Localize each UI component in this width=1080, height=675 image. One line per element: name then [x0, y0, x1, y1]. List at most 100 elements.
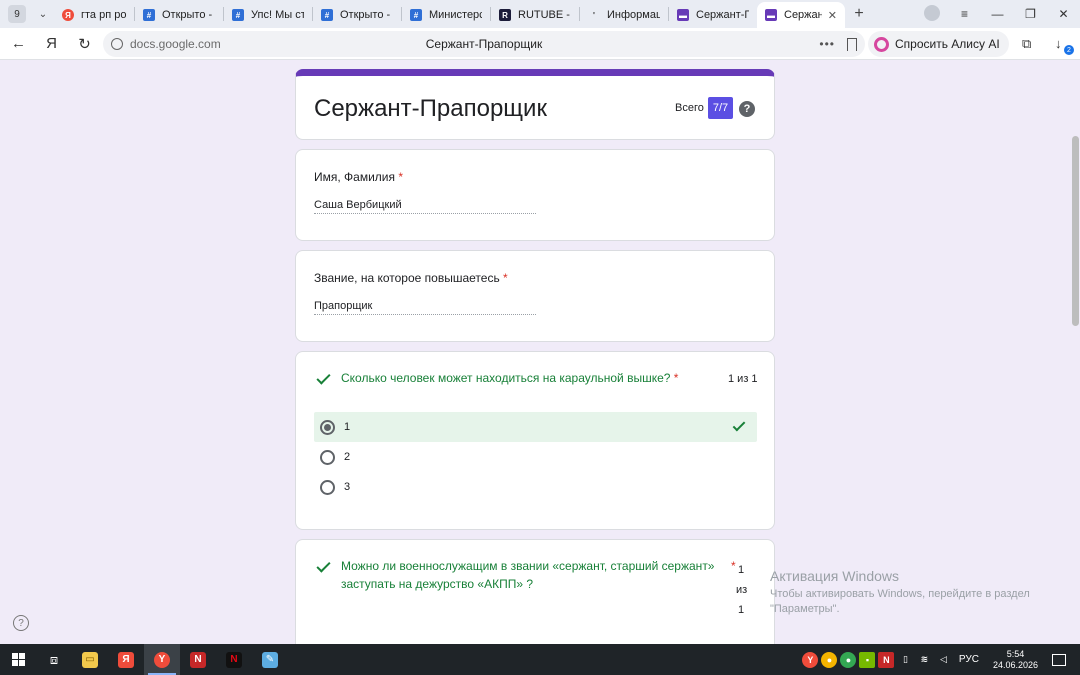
points-label: 1 из 1: [736, 560, 748, 620]
windows-logo-icon: [11, 653, 25, 666]
task-view-icon[interactable]: ⧈: [36, 644, 72, 675]
option-label: 2: [344, 451, 351, 463]
window-controls: ≡ — ❐ ✕: [915, 0, 1080, 28]
score-label: Всего: [675, 102, 704, 114]
radio-icon[interactable]: [320, 449, 335, 465]
site-security-icon[interactable]: [111, 38, 123, 50]
form-title: Сержант-Прапорщик: [314, 95, 547, 122]
points-line: из: [736, 584, 748, 596]
yandex-browser-icon[interactable]: Y: [144, 644, 180, 675]
back-arrow-icon[interactable]: ←: [2, 35, 35, 52]
question-card: Имя, Фамилия * Саша Вербицкий: [295, 149, 775, 241]
browser-tab[interactable]: # Открыто - Р: [135, 3, 223, 27]
grid-favicon-icon: #: [321, 9, 333, 21]
close-tab-icon[interactable]: ✕: [828, 9, 837, 22]
radio-checked-icon[interactable]: [320, 419, 335, 435]
notes-app-icon[interactable]: ✎: [252, 644, 288, 675]
yandex-app-icon[interactable]: Я: [108, 644, 144, 675]
watermark-title: Активация Windows: [770, 568, 900, 584]
close-window-icon[interactable]: ✕: [1047, 7, 1080, 21]
tab-title: Информаци: [607, 9, 660, 21]
required-mark: *: [398, 170, 404, 184]
bookmark-icon[interactable]: [847, 37, 857, 51]
points-label: 1 из 1: [728, 373, 758, 385]
answer-option-selected[interactable]: 1: [314, 412, 757, 442]
points-line: 1: [737, 564, 745, 576]
alice-logo-icon: [874, 36, 889, 52]
scrollbar-thumb[interactable]: [1072, 136, 1079, 326]
ask-alice-label: Спросить Алису AI: [895, 37, 1000, 51]
correct-check-icon: [316, 558, 331, 573]
browser-tab[interactable]: # Министерс: [402, 3, 490, 27]
scrollbar[interactable]: [1070, 61, 1080, 644]
browser-tab[interactable]: ' Информаци: [580, 3, 668, 27]
ask-alice-button[interactable]: Спросить Алису AI: [868, 31, 1009, 57]
game-app-icon[interactable]: N: [180, 644, 216, 675]
required-mark: *: [673, 371, 679, 385]
tab-count-badge[interactable]: 9: [8, 5, 26, 23]
browser-tab[interactable]: # Открыто - Р: [313, 3, 401, 27]
restore-icon[interactable]: ❐: [1014, 7, 1047, 21]
minimize-icon[interactable]: —: [981, 7, 1014, 21]
watermark-subtitle: Чтобы активировать Windows, перейдите в …: [770, 588, 1030, 615]
clock[interactable]: 5:54 24.06.2026: [993, 649, 1038, 671]
netflix-icon[interactable]: N: [216, 644, 252, 675]
yandex-tray-icon[interactable]: Y: [802, 651, 819, 668]
wifi-icon[interactable]: ≋: [916, 652, 932, 668]
grid-favicon-icon: #: [143, 9, 155, 21]
url-text[interactable]: docs.google.com: [130, 37, 221, 51]
tab-title: Открыто - Р: [340, 9, 393, 21]
points-line: 1: [737, 604, 745, 616]
clock-time: 5:54: [1006, 648, 1025, 659]
reload-icon[interactable]: ↻: [68, 35, 101, 53]
tab-title: Упс! Мы сто: [251, 9, 304, 21]
browser-tab-active[interactable]: ▬ Сержант ✕: [757, 2, 845, 28]
volume-icon[interactable]: ◁: [935, 652, 951, 668]
clock-date: 24.06.2026: [992, 659, 1038, 670]
correct-check-icon: [316, 370, 331, 385]
answer-option[interactable]: 3: [314, 472, 757, 502]
option-label: 1: [344, 421, 351, 433]
downloads-icon[interactable]: ↓: [1055, 36, 1062, 51]
answer-option[interactable]: 2: [314, 442, 757, 472]
green-tray-icon[interactable]: ●: [840, 651, 857, 668]
browser-tab[interactable]: # Упс! Мы сто: [224, 3, 312, 27]
profile-icon[interactable]: [915, 4, 948, 24]
omnibox[interactable]: docs.google.com Сержант-Прапорщик •••: [103, 31, 865, 57]
browser-tab[interactable]: R RUTUBE - сл: [491, 3, 579, 27]
start-button[interactable]: [0, 644, 36, 675]
nvidia-tray-icon[interactable]: ▪: [859, 651, 876, 668]
quiz-question-card: Сколько человек может находиться на кара…: [295, 351, 775, 530]
radio-icon[interactable]: [320, 479, 335, 495]
system-tray: Y ● ● ▪ N ▯ ≋ ◁ РУС 5:54 24.06.2026: [801, 644, 1080, 675]
language-indicator[interactable]: РУС: [959, 654, 979, 665]
new-tab-icon[interactable]: +: [849, 4, 869, 24]
tab-title: RUTUBE - сл: [518, 9, 571, 21]
tab-title: Сержант: [784, 9, 822, 21]
windows-activation-watermark: Активация Windows Чтобы активировать Win…: [770, 568, 1050, 617]
menu-icon[interactable]: ≡: [948, 7, 981, 21]
grid-favicon-icon: #: [410, 9, 422, 21]
grid-favicon-icon: #: [232, 9, 244, 21]
question-text: Имя, Фамилия: [314, 170, 395, 184]
tab-list-chevron-icon[interactable]: ⌄: [32, 9, 54, 20]
more-dots-icon[interactable]: •••: [819, 37, 835, 51]
app-tray-icon[interactable]: ●: [821, 651, 838, 668]
tab-title: гта рп росси: [81, 9, 126, 21]
file-explorer-icon[interactable]: ▭: [72, 644, 108, 675]
answer-text: Саша Вербицкий: [314, 199, 536, 214]
required-mark: *: [731, 559, 736, 573]
yandex-home-icon[interactable]: Я: [35, 35, 68, 52]
notifications-icon[interactable]: [1052, 653, 1066, 666]
browser-tab[interactable]: ▬ Сержант-Пр: [669, 3, 757, 27]
battery-icon[interactable]: ▯: [897, 652, 913, 668]
question-title: Можно ли военнослужащим в звании «сержан…: [341, 559, 715, 591]
page-help-icon[interactable]: ?: [13, 615, 29, 631]
form-header-card: Сержант-Прапорщик Всего 7/7 ?: [295, 69, 775, 140]
forms-favicon-icon: ▬: [677, 9, 689, 21]
help-icon[interactable]: ?: [739, 101, 755, 117]
rutube-favicon-icon: R: [499, 9, 511, 21]
browser-tab[interactable]: Я гта рп росси: [54, 3, 134, 27]
red-tray-icon[interactable]: N: [878, 651, 895, 668]
collections-icon[interactable]: ⧉: [1022, 36, 1031, 52]
